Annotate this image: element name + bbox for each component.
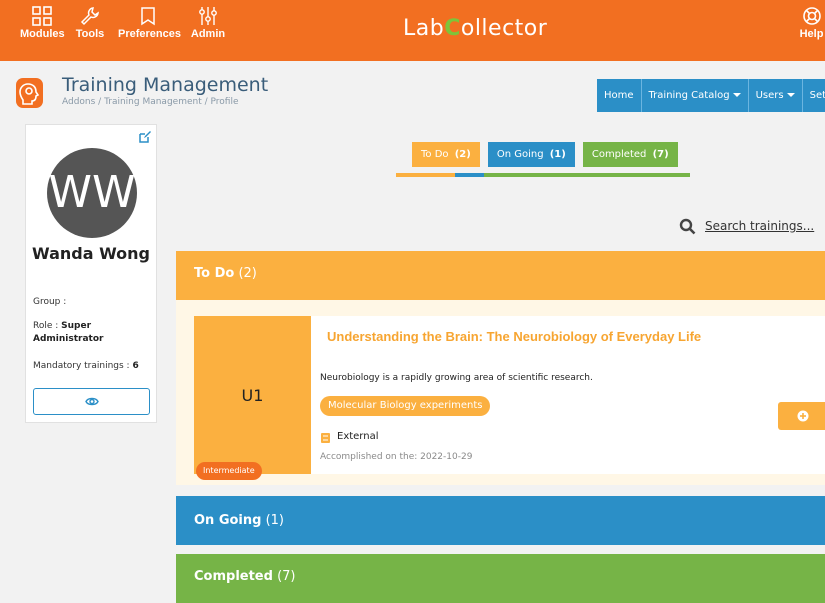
search-icon[interactable] [679,218,696,240]
logo-text-ollector: ollector [460,16,548,41]
status-progress-bar [396,173,690,177]
lifebuoy-icon [802,7,821,25]
nav-modules[interactable]: Modules [20,0,65,61]
top-navigation-bar: Modules Tools Preferences Admin LabColle… [0,0,825,61]
module-nav-setup-label: Setup [809,90,825,101]
training-title[interactable]: Understanding the Brain: The Neurobiolog… [327,329,701,344]
nav-preferences[interactable]: Preferences [118,0,181,61]
tab-ongoing[interactable]: On Going (1) [487,142,575,167]
nav-admin-label: Admin [190,28,226,40]
module-nav-setup[interactable]: Setup [802,79,825,112]
tab-completed-count: (7) [652,149,669,160]
brain-gear-icon [19,83,40,105]
tab-todo-label: To Do [421,149,449,160]
tab-completed-label: Completed [591,149,647,160]
chevron-down-icon [732,93,741,97]
mandatory-trainings-value: 6 [132,361,139,371]
module-nav-home[interactable]: Home [597,79,642,112]
tab-ongoing-count: (1) [549,149,566,160]
section-completed-count: (7) [277,569,296,584]
module-nav-home-label: Home [604,90,634,101]
group-field: Group : [33,296,153,309]
tab-ongoing-label: On Going [496,149,544,160]
section-todo-label: To Do [194,266,235,281]
wrench-icon [80,7,99,26]
nav-tools[interactable]: Tools [75,0,105,61]
nav-help[interactable]: Help [798,0,825,61]
group-label: Group : [33,297,67,307]
modules-icon [32,6,52,26]
progress-todo [396,173,455,177]
nav-tools-label: Tools [75,28,105,40]
training-code: U1 [241,386,264,405]
tab-todo[interactable]: To Do (2) [412,142,480,167]
module-nav-users[interactable]: Users [748,79,803,112]
module-nav-users-label: Users [755,90,784,101]
module-nav-training-catalog-label: Training Catalog [648,90,730,101]
profile-card: WW Wanda Wong Group : Role : Super Admin… [25,124,157,423]
user-name: Wanda Wong [32,244,150,263]
module-nav-training-catalog[interactable]: Training Catalog [641,79,749,112]
training-app-icon [16,78,43,108]
search-input[interactable]: Search trainings... [705,219,814,233]
eye-icon [85,397,99,406]
module-nav: Home Training Catalog Users Setup [597,79,825,112]
avatar: WW [47,148,137,238]
role-label: Role : [33,321,59,331]
nav-modules-label: Modules [20,28,65,40]
mandatory-trainings-label: Mandatory trainings : [33,361,130,371]
breadcrumb[interactable]: Addons / Training Management / Profile [62,97,238,107]
section-ongoing-header[interactable]: On Going (1) [176,496,825,545]
role-field: Role : Super Administrator [33,320,153,346]
training-accomplished-date: Accomplished on the: 2022-10-29 [320,452,473,462]
section-todo-count: (2) [238,266,257,281]
section-todo-header[interactable]: To Do (2) [176,251,825,300]
bookmark-icon [141,7,155,26]
nav-admin[interactable]: Admin [190,0,226,61]
plus-circle-icon [797,410,809,422]
status-tabs: To Do (2) On Going (1) Completed (7) [412,142,678,167]
edit-icon[interactable] [139,130,151,148]
sliders-icon [199,7,217,25]
logo-text-lab: Lab [403,16,445,41]
enroll-button[interactable] [778,402,825,430]
tab-completed[interactable]: Completed (7) [582,142,678,167]
section-completed-header[interactable]: Completed (7) [176,554,825,603]
book-icon [320,431,331,449]
training-type: External [337,431,379,442]
nav-preferences-label: Preferences [118,28,181,40]
section-completed-label: Completed [194,569,273,584]
chevron-down-icon [786,93,795,97]
training-category-tag: Molecular Biology experiments [320,396,491,416]
section-ongoing-count: (1) [265,513,285,528]
nav-help-label: Help [799,28,824,40]
training-description: Neurobiology is a rapidly growing area o… [320,373,593,383]
view-profile-button[interactable] [33,388,150,415]
page-title: Training Management [62,74,269,96]
labcollector-logo[interactable]: LabCollector [403,16,547,41]
tab-todo-count: (2) [454,149,471,160]
training-level-badge: Intermediate [196,462,262,480]
logo-text-c: C [444,16,461,41]
section-ongoing-label: On Going [194,513,262,528]
progress-completed [484,173,690,177]
progress-ongoing [455,173,484,177]
mandatory-trainings-field: Mandatory trainings : 6 [33,360,153,373]
